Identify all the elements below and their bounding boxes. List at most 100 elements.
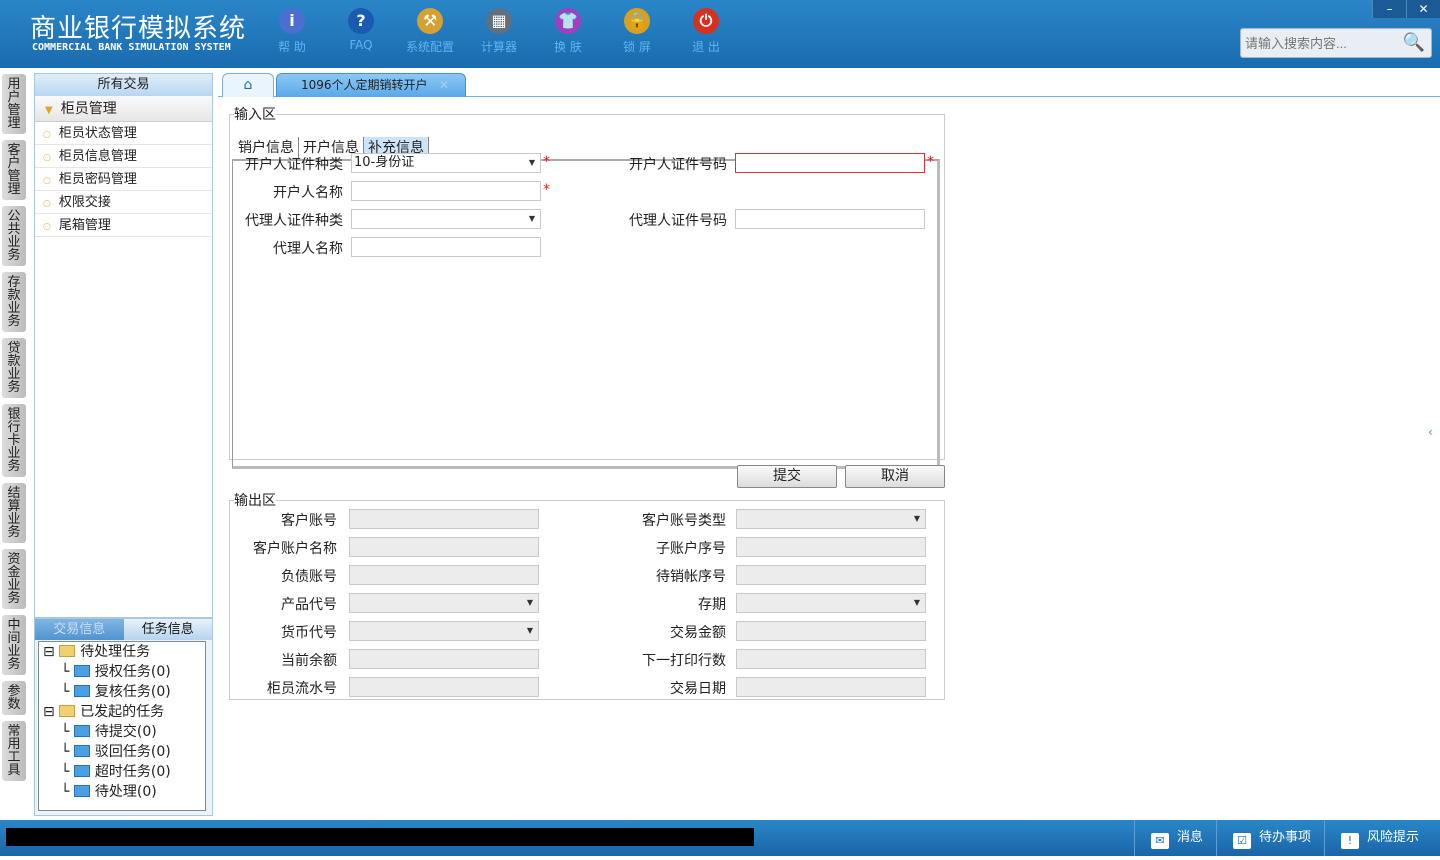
- toolbar-label: 锁 屏: [623, 40, 651, 54]
- sidebar-item-label: 柜员状态管理: [58, 126, 137, 141]
- tab-home[interactable]: ⌂: [222, 73, 274, 97]
- tree-node[interactable]: ⊟ 已发起的任务: [39, 702, 205, 722]
- field-label: 当前余额: [281, 653, 337, 669]
- dropdown-arrow-icon[interactable]: ▼: [529, 210, 535, 228]
- toolbar-button-2[interactable]: ⚒ 系统配置: [400, 8, 460, 55]
- sidebar-group-label: 柜员管理: [60, 101, 117, 117]
- status-item-1[interactable]: ☑ 待办事项: [1216, 820, 1311, 856]
- collapse-panel-handle[interactable]: ‹: [1428, 425, 1433, 439]
- main-tabs: ⌂ 1096个人定期销转开户 ✕: [218, 73, 1440, 97]
- output-area-legend: 输出区: [234, 493, 276, 509]
- tree-node[interactable]: └ 待提交(0): [39, 722, 205, 742]
- vertical-tab[interactable]: 客户管理: [2, 140, 26, 200]
- sidebar-group[interactable]: ▼ 柜员管理: [35, 96, 212, 122]
- output-field[interactable]: ▼: [349, 621, 539, 641]
- dropdown-arrow-icon[interactable]: ▼: [529, 154, 535, 172]
- field-label: 客户账号类型: [642, 513, 726, 529]
- tree-node[interactable]: └ 待处理(0): [39, 782, 205, 802]
- sidebar-header[interactable]: 所有交易: [35, 74, 212, 96]
- vertical-tab[interactable]: 贷款业务: [2, 338, 26, 398]
- vertical-tab[interactable]: 参数: [2, 681, 26, 715]
- agent-name-input[interactable]: [351, 237, 541, 257]
- sidebar-item[interactable]: ○ 尾箱管理: [35, 214, 212, 237]
- sidebar-item[interactable]: ○ 权限交接: [35, 191, 212, 214]
- output-field[interactable]: ▼: [736, 593, 926, 613]
- collapse-icon[interactable]: ⊟: [43, 704, 59, 720]
- vertical-tab[interactable]: 公共业务: [2, 206, 26, 266]
- id-number-input[interactable]: [735, 153, 925, 173]
- folder-icon: [73, 665, 90, 677]
- search-input[interactable]: [1241, 29, 1401, 57]
- tab-active[interactable]: 1096个人定期销转开户 ✕: [276, 73, 466, 97]
- output-field[interactable]: [736, 537, 926, 557]
- output-field[interactable]: [736, 621, 926, 641]
- field-label: 货币代号: [281, 625, 337, 641]
- toolbar-button-0[interactable]: i 帮 助: [262, 8, 322, 55]
- tree-node[interactable]: └ 复核任务(0): [39, 682, 205, 702]
- output-field[interactable]: [736, 649, 926, 669]
- vertical-tab[interactable]: 用户管理: [2, 74, 26, 134]
- vertical-tab[interactable]: 常用工具: [2, 721, 26, 781]
- toolbar-button-1[interactable]: ? FAQ: [331, 8, 391, 52]
- vertical-tab[interactable]: 银行卡业务: [2, 404, 26, 477]
- sidebar-item[interactable]: ○ 柜员密码管理: [35, 168, 212, 191]
- agent-id-number-input[interactable]: [735, 209, 925, 229]
- agent-id-type-select[interactable]: ▼: [351, 209, 541, 229]
- dropdown-arrow-icon[interactable]: ▼: [527, 594, 533, 612]
- field-label: 子账户序号: [656, 541, 726, 557]
- output-field[interactable]: ▼: [349, 593, 539, 613]
- status-item-0[interactable]: ✉ 消息: [1134, 820, 1203, 856]
- dropdown-arrow-icon[interactable]: ▼: [527, 622, 533, 640]
- output-field[interactable]: [349, 677, 539, 697]
- toolbar-button-4[interactable]: 👕 换 肤: [538, 8, 598, 55]
- status-item-2[interactable]: ! 风险提示: [1324, 820, 1419, 856]
- sidebar-item[interactable]: ○ 柜员信息管理: [35, 145, 212, 168]
- cancel-button[interactable]: 取消: [845, 465, 945, 488]
- tab-task-info[interactable]: 任务信息: [123, 619, 212, 640]
- account-holder-name-input[interactable]: [351, 181, 541, 201]
- submit-button[interactable]: 提交: [737, 465, 837, 488]
- vertical-tab[interactable]: 结算业务: [2, 483, 26, 543]
- output-field[interactable]: ▼: [736, 509, 926, 529]
- toolbar-button-6[interactable]: ⏻ 退 出: [676, 8, 736, 55]
- sidebar-item[interactable]: ○ 柜员状态管理: [35, 122, 212, 145]
- dropdown-arrow-icon[interactable]: ▼: [914, 594, 920, 612]
- output-field[interactable]: [349, 509, 539, 529]
- tree-node[interactable]: └ 超时任务(0): [39, 762, 205, 782]
- tree-node[interactable]: └ 驳回任务(0): [39, 742, 205, 762]
- toolbar-button-5[interactable]: 🔒 锁 屏: [607, 8, 667, 55]
- close-button[interactable]: ✕: [1406, 0, 1440, 18]
- vertical-tab[interactable]: 资金业务: [2, 549, 26, 609]
- id-type-select[interactable]: 10-身份证 ▼: [351, 153, 541, 173]
- tab-transaction-info[interactable]: 交易信息: [35, 619, 124, 640]
- tree-node-label: 授权任务(0): [94, 664, 171, 680]
- field-label: 代理人名称: [273, 241, 343, 257]
- output-field[interactable]: [349, 649, 539, 669]
- toolbar-button-3[interactable]: ▦ 计算器: [469, 8, 529, 55]
- lock-icon: 🔒: [624, 8, 650, 34]
- collapse-icon[interactable]: ⊟: [43, 644, 59, 660]
- search-icon[interactable]: 🔍: [1403, 32, 1425, 53]
- output-field[interactable]: [349, 565, 539, 585]
- folder-icon: [73, 725, 90, 737]
- shirt-icon: 👕: [555, 8, 581, 34]
- header: 商业银行模拟系统 COMMERCIAL BANK SIMULATION SYST…: [0, 0, 1440, 68]
- minimize-button[interactable]: –: [1372, 0, 1406, 18]
- tree-node[interactable]: ⊟ 待处理任务: [39, 642, 205, 662]
- vertical-tab[interactable]: 中间业务: [2, 615, 26, 675]
- field-label: 交易金额: [670, 625, 726, 641]
- status-item-label: 风险提示: [1367, 830, 1420, 845]
- tree-node[interactable]: └ 授权任务(0): [39, 662, 205, 682]
- output-field[interactable]: [736, 565, 926, 585]
- required-mark: *: [543, 154, 550, 170]
- vertical-tab[interactable]: 存款业务: [2, 272, 26, 332]
- close-tab-icon[interactable]: ✕: [439, 74, 449, 96]
- output-field[interactable]: [736, 677, 926, 697]
- alert-bubble-icon: !: [1341, 833, 1359, 849]
- vertical-tabs: 用户管理客户管理公共业务存款业务贷款业务银行卡业务结算业务资金业务中间业务参数常…: [2, 74, 26, 787]
- output-field[interactable]: [349, 537, 539, 557]
- tree-line: └: [61, 684, 74, 700]
- dropdown-arrow-icon[interactable]: ▼: [914, 510, 920, 528]
- tree-line: └: [61, 764, 74, 780]
- tab-label: 1096个人定期销转开户: [301, 78, 428, 92]
